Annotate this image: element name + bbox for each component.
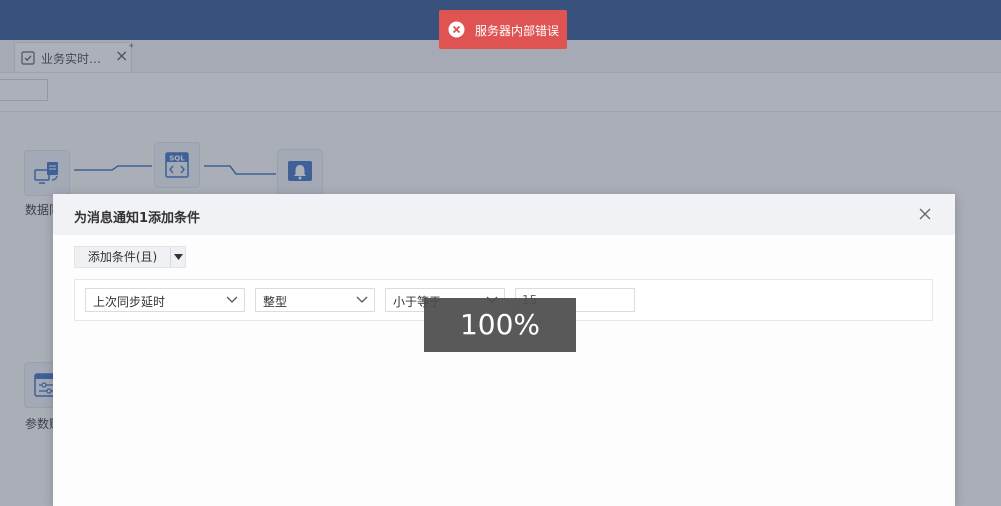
chevron-down-icon xyxy=(356,296,368,303)
error-toast: 服务器内部错误 xyxy=(439,10,567,49)
zoom-indicator: 100% xyxy=(424,298,576,352)
error-circle-icon xyxy=(448,21,465,38)
zoom-level: 100% xyxy=(459,308,541,341)
dialog-title: 为消息通知1添加条件 xyxy=(74,211,201,226)
type-select[interactable]: 整型 xyxy=(255,288,375,312)
add-condition-dropdown[interactable] xyxy=(171,247,186,267)
caret-down-icon xyxy=(174,254,183,260)
type-select-value: 整型 xyxy=(263,295,288,309)
close-icon[interactable] xyxy=(917,206,933,222)
add-condition-button[interactable]: 添加条件(且) xyxy=(75,247,170,267)
field-select[interactable]: 上次同步延时 xyxy=(85,288,245,312)
chevron-down-icon xyxy=(226,296,238,303)
add-condition-split-button: 添加条件(且) xyxy=(74,246,186,268)
field-select-value: 上次同步延时 xyxy=(93,295,166,309)
toast-message: 服务器内部错误 xyxy=(475,24,560,38)
dialog-header: 为消息通知1添加条件 xyxy=(53,194,955,235)
